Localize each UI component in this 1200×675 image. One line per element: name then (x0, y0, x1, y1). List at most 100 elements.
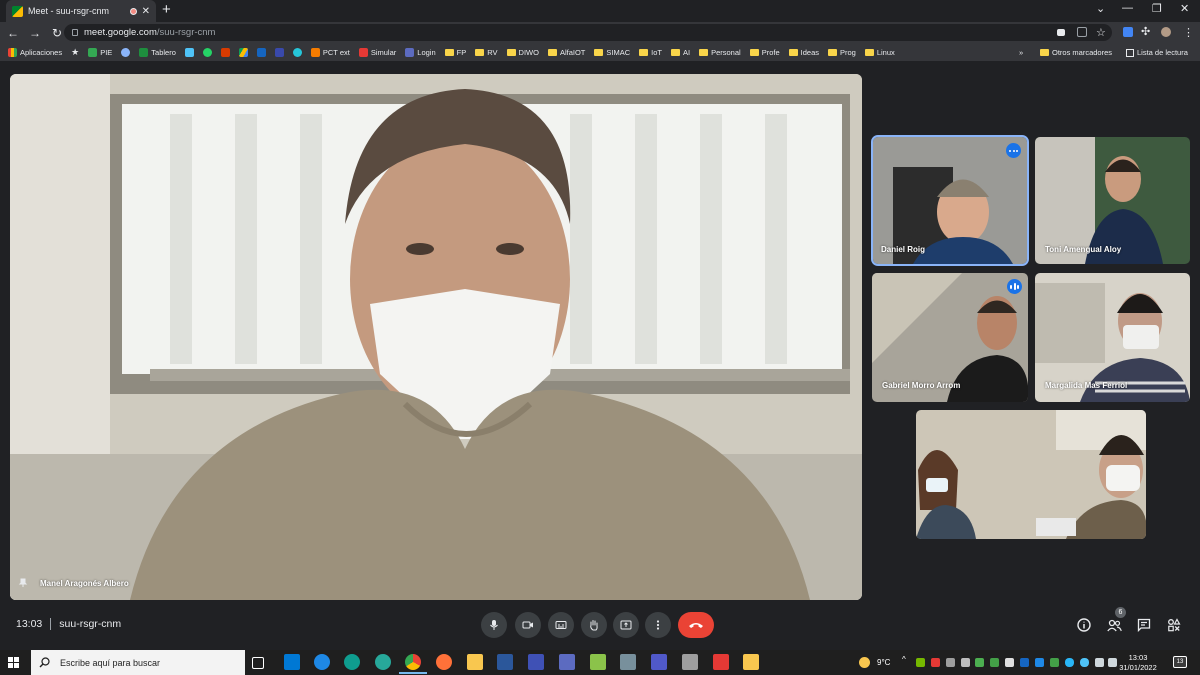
bookmark-star[interactable]: ★ (71, 47, 79, 58)
close-window-button[interactable]: ✕ (1180, 2, 1189, 15)
end-call-button[interactable] (678, 612, 714, 638)
windows-start-icon[interactable] (8, 657, 19, 668)
teams-icon[interactable] (651, 654, 667, 670)
tray-app-icon[interactable] (990, 658, 999, 667)
bookmarks-overflow-button[interactable]: » (1019, 43, 1023, 62)
tab-search-icon[interactable]: ⌄ (1096, 2, 1105, 15)
back-button[interactable]: ← (2, 26, 24, 40)
restore-button[interactable]: ❐ (1152, 2, 1162, 15)
bookmark-rv[interactable]: RV (475, 48, 498, 57)
network-app-icon[interactable] (559, 654, 575, 670)
bookmark-login[interactable]: Login (405, 47, 436, 57)
wifi-icon[interactable] (1095, 658, 1104, 667)
tray-app-icon[interactable] (1050, 658, 1059, 667)
address-bar[interactable]: meet.google.com/suu-rsgr-cnm (64, 24, 1112, 41)
onedrive-icon[interactable] (1065, 658, 1074, 667)
pin-icon[interactable] (18, 578, 28, 588)
bookmark-pie[interactable]: PIE (88, 47, 112, 57)
tray-app-icon[interactable] (1020, 658, 1029, 667)
browser-tab[interactable]: Meet - suu-rsgr-cnm ✕ (6, 0, 156, 22)
tray-app-icon[interactable] (975, 658, 984, 667)
participant-tile[interactable]: Toni Amengual Aloy (1035, 137, 1190, 264)
bookmark-star-icon[interactable]: ☆ (1096, 26, 1106, 39)
usb-icon[interactable] (1005, 658, 1014, 667)
edge-icon[interactable] (344, 654, 360, 670)
main-speaker-video[interactable]: Manel Aragonés Albero (10, 74, 862, 600)
bookmark-icon-4[interactable] (274, 47, 284, 57)
anydesk-icon[interactable] (713, 654, 729, 670)
bookmark-tablero[interactable]: Tablero (139, 47, 176, 57)
folder-app-icon[interactable] (743, 654, 759, 670)
tray-app-icon[interactable] (931, 658, 940, 667)
internet-explorer-icon[interactable] (314, 654, 330, 670)
close-tab-icon[interactable]: ✕ (142, 6, 150, 17)
bookmark-personal[interactable]: Personal (699, 48, 741, 57)
present-screen-button[interactable] (613, 612, 639, 638)
bookmark-prog[interactable]: Prog (828, 48, 856, 57)
camera-button[interactable] (515, 612, 541, 638)
participant-tile[interactable] (916, 410, 1146, 539)
weather-sun-icon[interactable] (859, 657, 870, 668)
bookmark-ai[interactable]: AI (671, 48, 690, 57)
edge-beta-icon[interactable] (375, 654, 391, 670)
taskbar-search-box[interactable]: Escribe aquí para buscar (31, 650, 245, 675)
task-view-icon[interactable] (252, 657, 264, 669)
people-button[interactable] (1106, 617, 1122, 633)
bookmark-diwo[interactable]: DIWO (506, 48, 539, 57)
app-window-icon[interactable] (682, 654, 698, 670)
notifications-button[interactable]: 13 (1173, 656, 1187, 668)
participant-tile[interactable]: Margalida Mas Ferriol (1035, 273, 1190, 402)
bookmark-office[interactable] (220, 47, 230, 57)
bookmark-apps[interactable]: Aplicaciones (8, 47, 62, 57)
bookmark-iot[interactable]: IoT (639, 48, 662, 57)
minimize-button[interactable]: — (1122, 2, 1133, 14)
browser-menu-icon[interactable]: ⋮ (1183, 26, 1194, 39)
bookmark-pct-ext[interactable]: PCT ext (310, 47, 350, 57)
raise-hand-button[interactable] (581, 612, 607, 638)
share-icon[interactable] (1077, 27, 1087, 37)
taskbar-clock[interactable]: 13:03 31/01/2022 (1117, 653, 1159, 673)
new-tab-button[interactable]: + (162, 2, 171, 18)
bookmark-icon-5[interactable] (292, 47, 302, 57)
bookmark-alfaiot[interactable]: AlfaIOT (547, 48, 585, 57)
bookmark-ideas[interactable]: Ideas (788, 48, 819, 57)
bookmark-simular[interactable]: Simular (358, 47, 396, 57)
reading-list[interactable]: Lista de lectura (1126, 43, 1188, 62)
tray-app-icon[interactable] (1035, 658, 1044, 667)
bookmark-icon-2[interactable] (184, 47, 194, 57)
participant-tile[interactable]: Daniel Roig (871, 135, 1029, 266)
paint-icon[interactable] (590, 654, 606, 670)
chevron-up-icon[interactable]: ^ (902, 655, 911, 664)
forward-button[interactable]: → (24, 26, 46, 40)
activities-button[interactable] (1166, 617, 1182, 633)
meeting-info-button[interactable] (1076, 617, 1092, 633)
bookmark-icon-3[interactable] (256, 47, 266, 57)
bookmark-icon-1[interactable] (121, 47, 131, 57)
volume-icon[interactable] (1108, 658, 1117, 667)
microphone-tray-icon[interactable] (961, 658, 970, 667)
chat-button[interactable] (1136, 617, 1152, 633)
file-explorer-icon[interactable] (467, 654, 483, 670)
bookmark-linux[interactable]: Linux (864, 48, 895, 57)
camera-in-use-icon[interactable] (1057, 29, 1065, 36)
chrome-icon[interactable] (399, 654, 427, 674)
tray-app-icon[interactable] (946, 658, 955, 667)
tile-options-button[interactable] (1006, 143, 1021, 158)
profile-avatar[interactable] (1161, 27, 1171, 37)
image-viewer-icon[interactable] (620, 654, 636, 670)
participant-tile[interactable]: Gabriel Morro Arrom (872, 273, 1028, 402)
onedrive-icon[interactable] (1080, 658, 1089, 667)
bookmark-profe[interactable]: Profe (749, 48, 780, 57)
firefox-icon[interactable] (436, 654, 452, 670)
microphone-button[interactable] (481, 612, 507, 638)
bookmark-simac[interactable]: SIMAC (594, 48, 630, 57)
bookmark-whatsapp[interactable] (202, 47, 212, 57)
extensions-puzzle-icon[interactable]: ✣ (1141, 25, 1150, 38)
word-icon[interactable] (497, 654, 513, 670)
bookmark-drive[interactable] (238, 47, 248, 57)
other-bookmarks[interactable]: Otros marcadores (1040, 43, 1112, 62)
bookmark-fp[interactable]: FP (444, 48, 466, 57)
calculator-icon[interactable] (528, 654, 544, 670)
outlook-icon[interactable] (284, 654, 300, 670)
more-options-button[interactable] (645, 612, 671, 638)
